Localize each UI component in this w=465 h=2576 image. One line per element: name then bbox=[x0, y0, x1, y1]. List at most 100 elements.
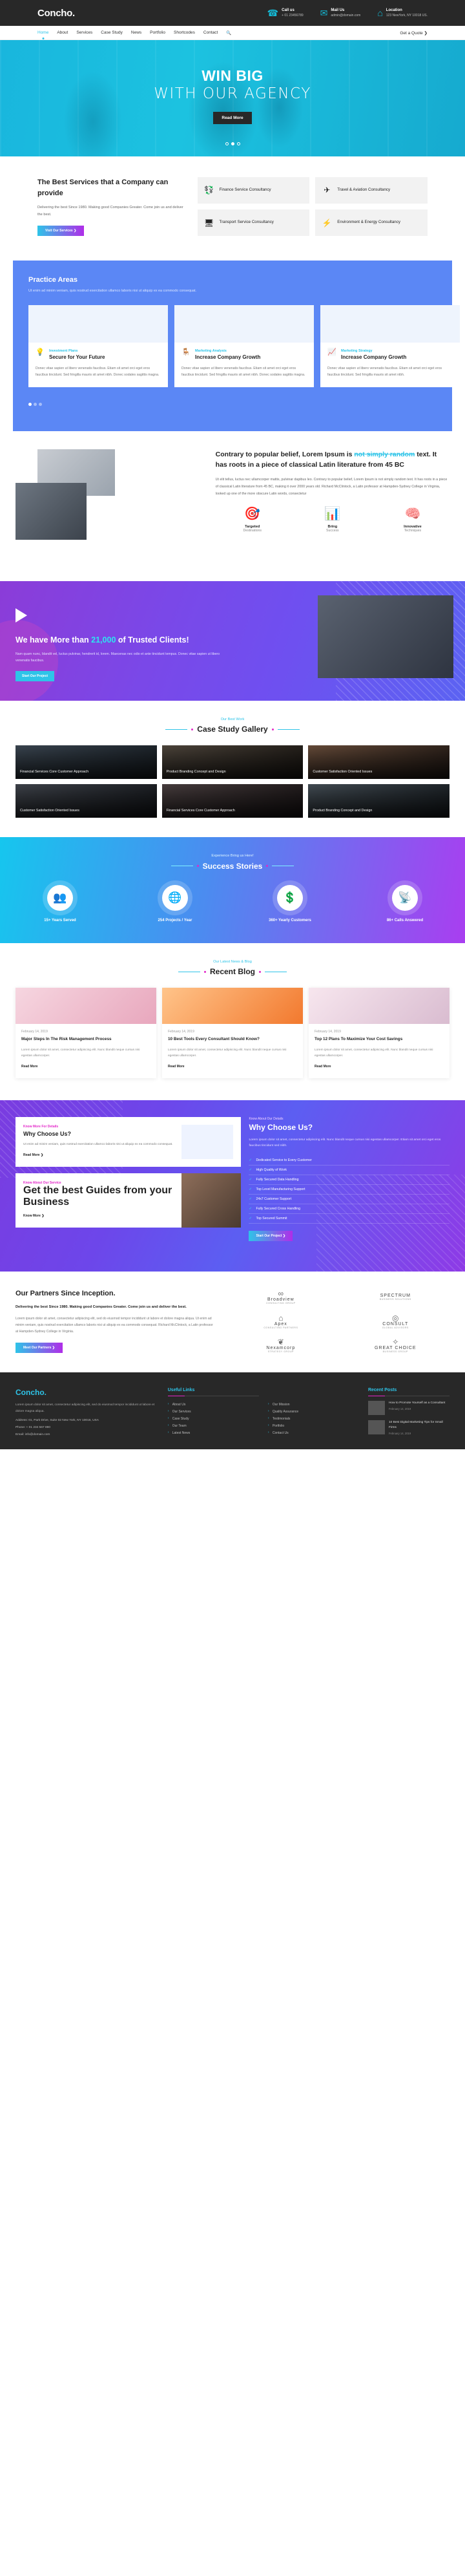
partners-logo-grid: ∞ Broadview CONSULTING GROUP SPECTRUM BU… bbox=[227, 1290, 450, 1354]
nav-item-contact[interactable]: Contact bbox=[203, 30, 218, 35]
why-cta-button[interactable]: Start Our Project ❯ bbox=[249, 1230, 293, 1241]
top-contact-location[interactable]: ⌂ Location 123 NewYork, NY 10018 US. bbox=[377, 8, 428, 17]
footer-link[interactable]: Our Team bbox=[168, 1422, 259, 1429]
stat-customers: 💲 360+ Yearly Customers bbox=[261, 884, 319, 922]
service-card-transport[interactable]: 🖥 Transport Service Consultancy bbox=[197, 209, 310, 237]
footer-link[interactable]: Quality Assurance bbox=[268, 1408, 359, 1415]
nav-item-about[interactable]: About bbox=[57, 30, 68, 35]
blog-card-date: February 14, 2019 bbox=[315, 1030, 341, 1034]
practice-dot-2[interactable] bbox=[34, 402, 37, 406]
hero-dot-1[interactable] bbox=[225, 142, 229, 145]
practice-card-tag: Investment Plans bbox=[49, 348, 78, 353]
partner-logo[interactable]: ∞ Broadview CONSULTING GROUP bbox=[227, 1290, 335, 1304]
why-panel-guides[interactable]: Know About Our Service Get the best Guid… bbox=[16, 1173, 242, 1228]
clients-cta-button[interactable]: Start Our Project bbox=[16, 671, 55, 682]
footer-link[interactable]: Case Study bbox=[168, 1415, 259, 1422]
video-thumbnail[interactable] bbox=[318, 595, 453, 678]
practice-card[interactable]: 💡 Investment Plans Secure for Your Futur… bbox=[28, 304, 168, 387]
partner-logo[interactable]: ✧ GREAT CHOICE BUSINESS GROUP bbox=[342, 1338, 450, 1353]
gallery-item[interactable]: Customer Satisfaction Oriented Issues bbox=[308, 745, 450, 780]
why-panel-choose[interactable]: Know More For Details Why Choose Us? Ut … bbox=[16, 1116, 242, 1167]
mail-value: admin@domain.com bbox=[331, 13, 361, 17]
practice-paragraph: Ut enim ad minim veniam, quis nostrud ex… bbox=[28, 289, 197, 293]
blog-card-readmore[interactable]: Read More bbox=[168, 1065, 185, 1069]
service-card-finance[interactable]: 💱 Finance Service Consultancy bbox=[197, 177, 310, 204]
practice-card[interactable]: 🪑 Marketing Analysis Increase Company Gr… bbox=[174, 304, 314, 387]
partner-logo[interactable]: ◎ CONSULT GLOBAL ADVISORS bbox=[342, 1314, 450, 1329]
partner-sub: CONSULTING PARTNERS bbox=[264, 1326, 298, 1329]
gallery-item[interactable]: Financial Services Core Customer Approac… bbox=[161, 784, 304, 818]
nav-item-case-study[interactable]: Case Study bbox=[101, 30, 123, 35]
blog-card[interactable]: February 14, 2019 10 Best Tools Every Co… bbox=[162, 988, 303, 1078]
gallery-title: Case Study Gallery bbox=[197, 725, 268, 734]
nav-item-services[interactable]: Services bbox=[76, 30, 92, 35]
practice-dot-1[interactable] bbox=[28, 402, 32, 406]
footer-about-column: Concho. Lorem ipsum dolor sit amet, cons… bbox=[16, 1388, 159, 1440]
footer-link[interactable]: Contact Us bbox=[268, 1429, 359, 1436]
service-card-travel[interactable]: ✈ Travel & Aviation Consultancy bbox=[315, 177, 428, 204]
footer-posts-column: Recent Posts How to Promote Yourself as … bbox=[367, 1388, 450, 1440]
footer-link[interactable]: Testimonials bbox=[268, 1415, 359, 1422]
gallery-item-label: Financial Services Core Customer Approac… bbox=[166, 809, 235, 813]
blog-card-readmore[interactable]: Read More bbox=[315, 1065, 331, 1069]
about-heading: Contrary to popular belief, Lorem Ipsum … bbox=[216, 449, 450, 471]
play-icon[interactable] bbox=[16, 608, 27, 623]
blog-card[interactable]: February 14, 2019 Major Steps In The Ris… bbox=[16, 988, 156, 1078]
diamond-icon bbox=[259, 970, 261, 973]
partner-logo[interactable]: SPECTRUM BUSINESS SOLUTIONS bbox=[342, 1293, 450, 1301]
practice-dot-3[interactable] bbox=[39, 402, 42, 406]
partners-cta-button[interactable]: Meet Our Partners ❯ bbox=[16, 1343, 63, 1354]
service-card-energy[interactable]: ⚡ Environment & Energy Consultancy bbox=[315, 209, 428, 237]
footer-link[interactable]: Our Services bbox=[168, 1408, 259, 1415]
partner-logo[interactable]: ⌂ Apex CONSULTING PARTNERS bbox=[227, 1314, 335, 1329]
services-cta-button[interactable]: Visit Our Services ❯ bbox=[37, 226, 85, 237]
gallery-item[interactable]: Customer Satisfaction Oriented Issues bbox=[16, 784, 157, 818]
practice-slider-dots[interactable] bbox=[28, 398, 437, 409]
search-icon[interactable]: 🔍 bbox=[226, 30, 231, 36]
headset-icon: ☎ bbox=[267, 7, 279, 18]
blog-card-date: February 14, 2019 bbox=[168, 1030, 194, 1034]
partners-section: Our Partners Since Inception. Delivering… bbox=[0, 1272, 465, 1373]
hero-read-more-button[interactable]: Read More bbox=[213, 112, 252, 124]
blog-card[interactable]: February 14, 2019 Top 12 Plans To Maximi… bbox=[309, 988, 450, 1078]
partners-subheading: Delivering the best Since 1980. Making g… bbox=[16, 1304, 187, 1309]
gallery-item[interactable]: Product Branding Concept and Design bbox=[161, 745, 304, 780]
nav-item-home[interactable]: Home bbox=[37, 30, 48, 35]
hero-dot-2[interactable] bbox=[231, 142, 234, 145]
practice-card-tag: Marketing Analysis bbox=[195, 348, 227, 353]
team-growth-icon: 👥 bbox=[47, 884, 73, 911]
gallery-item[interactable]: Product Branding Concept and Design bbox=[308, 784, 450, 818]
footer-link[interactable]: About Us bbox=[168, 1401, 259, 1408]
why-choose-section: Know More For Details Why Choose Us? Ut … bbox=[0, 1100, 465, 1272]
hero-dot-3[interactable] bbox=[236, 142, 240, 145]
practice-card[interactable]: 📈 Marketing Strategy Increase Company Gr… bbox=[320, 304, 460, 387]
gallery-item[interactable]: Financial Services Core Customer Approac… bbox=[16, 745, 157, 780]
footer-post[interactable]: How to Promote Yourself as a Consultant … bbox=[367, 1401, 450, 1416]
hero-slider-dots[interactable] bbox=[0, 137, 465, 149]
stat-label: 254 Projects / Year bbox=[158, 918, 192, 922]
hero-title: WIN BIG bbox=[202, 67, 264, 84]
footer-logo[interactable]: Concho. bbox=[16, 1388, 159, 1397]
top-contact-mail[interactable]: ✉ Mail Us admin@domain.com bbox=[320, 8, 361, 17]
star-icon: ✧ bbox=[392, 1337, 399, 1347]
nav-item-portfolio[interactable]: Portfolio bbox=[150, 30, 165, 35]
gallery-item-label: Product Branding Concept and Design bbox=[313, 809, 373, 813]
partner-logo[interactable]: ❦ Nexamcorp STRATEGY GROUP bbox=[227, 1338, 335, 1353]
site-logo[interactable]: Concho. bbox=[37, 8, 75, 19]
nav-item-news[interactable]: News bbox=[131, 30, 141, 35]
footer-post[interactable]: 10 Best Digital Marketing Tips for Small… bbox=[367, 1420, 450, 1435]
footer-link[interactable]: Our Mission bbox=[268, 1401, 359, 1408]
blog-card-desc: Lorem ipsum dolor sit amet, consectetur … bbox=[168, 1048, 287, 1058]
blog-card-image bbox=[309, 988, 450, 1025]
nav-item-shortcodes[interactable]: Shortcodes bbox=[174, 30, 195, 35]
footer-post-thumb bbox=[367, 1420, 385, 1435]
footer-links-heading: Useful Links bbox=[167, 1388, 195, 1393]
why-panel-link[interactable]: Read More ❯ bbox=[23, 1153, 43, 1157]
top-contact-call[interactable]: ☎ Call us + 01 23456789 bbox=[267, 8, 304, 17]
footer-link[interactable]: Portfolio bbox=[268, 1422, 359, 1429]
practice-card-image bbox=[320, 304, 460, 343]
why-panel2-link[interactable]: Know More ❯ bbox=[23, 1214, 45, 1218]
get-a-quote-link[interactable]: Get a Quote ❯ bbox=[400, 30, 428, 36]
footer-link[interactable]: Latest News bbox=[168, 1429, 259, 1436]
blog-card-readmore[interactable]: Read More bbox=[21, 1065, 38, 1069]
